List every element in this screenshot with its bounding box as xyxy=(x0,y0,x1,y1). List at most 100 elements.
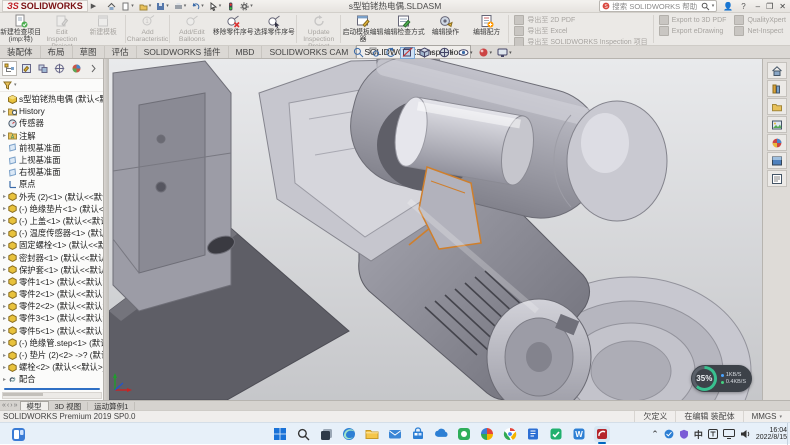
tree-item-part[interactable]: ▸外壳 (2)<1> (默认<<默认>_显示状态 xyxy=(1,191,103,203)
tray-expand-icon[interactable]: ⌃ xyxy=(651,429,659,440)
tree-item-part[interactable]: ▸(-) 上盖<1> (默认<<默认>_显示状态 xyxy=(1,215,103,227)
tree-item-mates[interactable]: ▸配合 xyxy=(1,373,103,385)
tree-item-plane[interactable]: 前视基准面 xyxy=(1,142,103,154)
rebuild-icon[interactable] xyxy=(224,1,237,12)
scene-icon[interactable] xyxy=(767,152,787,169)
tab-scroll-1[interactable]: ‹ xyxy=(7,402,9,409)
login-icon[interactable]: 👤 xyxy=(721,2,735,11)
ime-indicator[interactable]: 中 xyxy=(694,428,703,441)
panel-expand-icon[interactable] xyxy=(86,61,101,76)
net-speed-widget[interactable]: 35% 1KB/S 0.4KB/S xyxy=(691,365,752,392)
tree-item-part[interactable]: ▸零件2<2> (默认<<默认>_显示状态 xyxy=(1,300,103,312)
search-button[interactable] xyxy=(295,426,311,442)
view-palette-icon[interactable] xyxy=(767,116,787,133)
tab-mbd[interactable]: MBD xyxy=(229,46,263,58)
tree-item-part[interactable]: ▸保护套<1> (默认<<默认>_显示状 xyxy=(1,264,103,276)
expand-arrow-icon[interactable]: ▸ xyxy=(1,254,8,261)
tree-item-part[interactable]: ▸(-) 温度传感器<1> (默认<<默认>_ xyxy=(1,227,103,239)
file-explorer-tab-icon[interactable] xyxy=(767,98,787,115)
tab-solidworks-插件[interactable]: SOLIDWORKS 插件 xyxy=(137,46,229,58)
expand-arrow-icon[interactable]: ▸ xyxy=(1,205,8,212)
tree-item-plane[interactable]: 上视基准面 xyxy=(1,154,103,166)
expand-arrow-icon[interactable]: ▸ xyxy=(1,217,8,224)
print-icon[interactable]: ▾ xyxy=(172,1,189,12)
tree-horizontal-scrollbar[interactable] xyxy=(2,392,102,399)
new-file-icon[interactable]: ▾ xyxy=(119,1,136,12)
green-square-app-icon[interactable] xyxy=(548,426,564,442)
restore-button[interactable]: ❐ xyxy=(766,2,773,11)
tree-item-part[interactable]: ▸零件5<1> (默认<<默认>_显示状态 xyxy=(1,325,103,337)
model-tab-模型[interactable]: 模型 xyxy=(20,401,49,411)
expand-arrow-icon[interactable]: ▸ xyxy=(1,132,8,139)
expand-arrow-icon[interactable]: ▸ xyxy=(1,266,8,273)
zoom-area-icon[interactable] xyxy=(368,47,381,59)
hide-show-icon[interactable]: ▾ xyxy=(457,47,474,59)
tab-装配体[interactable]: 装配体 xyxy=(0,46,41,58)
tray-blue-icon[interactable] xyxy=(664,429,674,439)
display-style-icon[interactable]: ▾ xyxy=(438,47,455,59)
options-icon[interactable]: ▾ xyxy=(238,1,255,12)
expand-arrow-icon[interactable]: ▸ xyxy=(1,303,8,310)
ribbon-button-new-inspection[interactable]: 新建检查项目 (imp:特) xyxy=(0,13,41,45)
help-button[interactable]: ? xyxy=(739,2,747,11)
featuremanager-tab-icon[interactable] xyxy=(2,61,17,76)
edge-icon[interactable] xyxy=(341,426,357,442)
search-caret-icon[interactable]: ▾ xyxy=(712,3,715,9)
custom-properties-icon[interactable] xyxy=(767,170,787,187)
tab-scroll-2[interactable]: › xyxy=(10,402,12,409)
tab-solidworks-cam[interactable]: SOLIDWORKS CAM xyxy=(262,46,356,58)
tree-item-part[interactable]: ▸螺栓<2> (默认<<默认>_显示状态 xyxy=(1,361,103,373)
ime-mode-icon[interactable] xyxy=(708,429,718,439)
expand-arrow-icon[interactable]: ▸ xyxy=(1,327,8,334)
tree-item-assembly[interactable]: s型铂铑热电偶 (默认<默认_显示状态-1> xyxy=(1,93,103,105)
chrome-icon[interactable] xyxy=(502,426,518,442)
expand-arrow-icon[interactable]: ▸ xyxy=(1,364,8,371)
tree-item-part[interactable]: ▸密封器<1> (默认<<默认>_显示状 xyxy=(1,251,103,263)
rollback-bar[interactable] xyxy=(4,388,100,390)
tree-item-part[interactable]: ▸零件1<1> (默认<<默认>_显示状态 xyxy=(1,276,103,288)
tab-scroll-0[interactable]: « xyxy=(2,402,6,409)
expand-arrow-icon[interactable]: ▸ xyxy=(1,230,8,237)
expand-arrow-icon[interactable]: ▸ xyxy=(1,315,8,322)
previous-view-icon[interactable] xyxy=(384,47,397,59)
expand-arrow-icon[interactable]: ▸ xyxy=(1,193,8,200)
tree-item-part[interactable]: ▸零件2<1> (默认<<默认>_显示状态 xyxy=(1,288,103,300)
configurationmanager-tab-icon[interactable] xyxy=(36,61,51,76)
graphics-viewport[interactable]: 35% 1KB/S 0.4KB/S xyxy=(109,59,762,400)
tab-布局[interactable]: 布局 xyxy=(41,46,73,58)
expand-arrow-icon[interactable]: ▸ xyxy=(1,376,8,383)
select-icon[interactable]: ▾ xyxy=(207,1,224,12)
tab-scroll-3[interactable]: » xyxy=(14,402,18,409)
mail-icon[interactable] xyxy=(387,426,403,442)
ribbon-button-edit-operations[interactable]: 编辑操作 xyxy=(425,13,466,45)
tree-item-origin[interactable]: 原点 xyxy=(1,178,103,190)
menu-expand-arrow[interactable]: ▶ xyxy=(91,2,96,10)
expand-arrow-icon[interactable]: ▸ xyxy=(1,291,8,298)
expand-arrow-icon[interactable]: ▸ xyxy=(1,278,8,285)
zoom-fit-icon[interactable] xyxy=(352,47,365,59)
widgets-icon[interactable] xyxy=(10,426,26,442)
ribbon-button-edit-methods[interactable]: 编辑检查方式 xyxy=(384,13,425,45)
green-app-icon[interactable] xyxy=(456,426,472,442)
monitor-tray-icon[interactable] xyxy=(723,429,735,439)
undo-icon[interactable]: ▾ xyxy=(189,1,206,12)
ribbon-button-edit-recipe[interactable]: 编辑配方 xyxy=(466,13,507,45)
home-tab-icon[interactable] xyxy=(767,62,787,79)
tree-item-part[interactable]: ▸固定螺栓<1> (默认<<默认>_显示 xyxy=(1,239,103,251)
store-icon[interactable] xyxy=(410,426,426,442)
search-icon[interactable] xyxy=(701,2,710,11)
start-button[interactable] xyxy=(272,426,288,442)
tree-item-annotation[interactable]: ▸A注解 xyxy=(1,130,103,142)
volume-icon[interactable] xyxy=(740,429,751,439)
tree-item-part[interactable]: ▸(-) 垫片 (2)<2> ->? (默认<<默认 xyxy=(1,349,103,361)
tree-item-part[interactable]: ▸(-) 绝缘管.step<1> (默认<<默认> xyxy=(1,337,103,349)
taskbar-clock[interactable]: 16:04 2022/8/15 xyxy=(756,427,787,442)
tree-item-sensor[interactable]: 传感器 xyxy=(1,117,103,129)
tree-item-part[interactable]: ▸零件3<1> (默认<<默认>_显示状态 xyxy=(1,312,103,324)
dimxpertmanager-tab-icon[interactable] xyxy=(52,61,67,76)
filter-caret-icon[interactable]: ▾ xyxy=(14,82,17,88)
section-view-icon[interactable] xyxy=(400,47,415,59)
view-orientation-icon[interactable]: ▾ xyxy=(418,47,435,59)
onedrive-icon[interactable] xyxy=(433,426,449,442)
solidworks-taskbar-icon[interactable] xyxy=(594,426,610,442)
